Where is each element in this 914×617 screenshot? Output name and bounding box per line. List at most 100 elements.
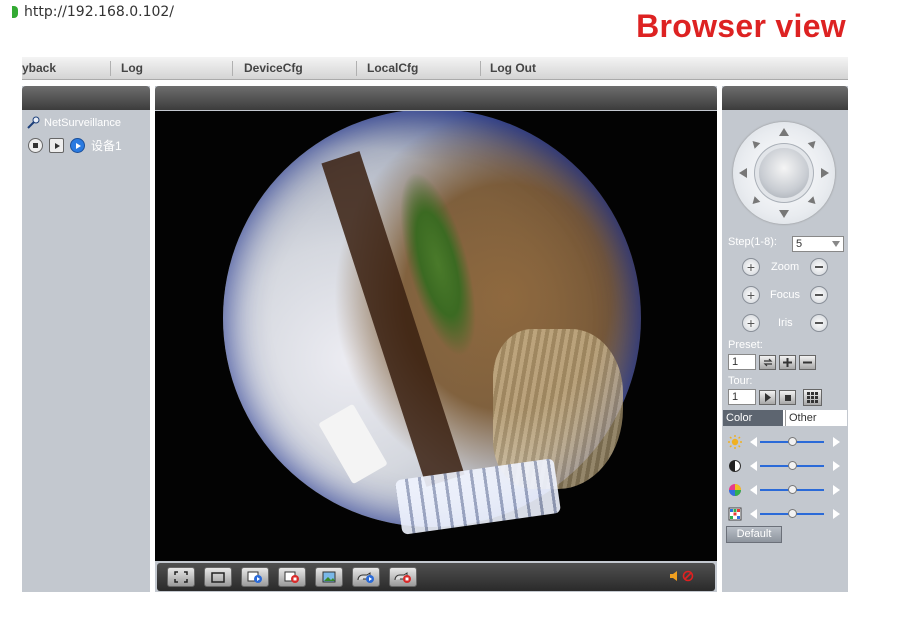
slider-knob[interactable] <box>787 437 797 446</box>
image-tabs: Color Other <box>723 410 847 426</box>
default-button[interactable]: Default <box>726 526 782 543</box>
video-toolbar <box>157 563 715 591</box>
browser-view-annotation: Browser view <box>636 8 846 44</box>
audio-controls <box>669 570 694 582</box>
hue-slider[interactable] <box>728 506 844 522</box>
step-value: 5 <box>796 238 803 250</box>
focus-out-button[interactable] <box>810 286 828 304</box>
plus-icon: + <box>746 259 756 275</box>
playback-icon[interactable] <box>352 567 380 587</box>
ptz-down-left-icon[interactable] <box>749 196 761 207</box>
tour-grid-button[interactable] <box>803 389 822 406</box>
increase-icon[interactable] <box>833 461 840 471</box>
preset-input[interactable]: 1 <box>728 354 756 370</box>
stop-icon[interactable] <box>28 138 43 153</box>
stop-record-icon[interactable] <box>278 567 306 587</box>
ptz-down-icon[interactable] <box>779 210 789 218</box>
minus-icon <box>815 294 823 296</box>
saturation-slider[interactable] <box>728 482 844 498</box>
stop-playback-icon[interactable] <box>389 567 417 587</box>
control-panel-header <box>722 86 848 110</box>
decrease-icon[interactable] <box>750 461 757 471</box>
iris-label: Iris <box>778 317 793 329</box>
grid-icon <box>807 392 818 403</box>
ptz-up-icon[interactable] <box>779 128 789 136</box>
tab-color[interactable]: Color <box>723 410 783 426</box>
contrast-slider[interactable] <box>728 458 844 474</box>
control-panel: Step(1-8): 5 + Zoom + Focus + Iris Prese… <box>722 86 848 592</box>
iris-close-button[interactable] <box>810 314 828 332</box>
decrease-icon[interactable] <box>750 509 757 519</box>
preset-label: Preset: <box>728 339 763 351</box>
menu-logout[interactable]: Log Out <box>490 61 536 75</box>
slider-knob[interactable] <box>787 461 797 470</box>
iris-open-button[interactable]: + <box>742 314 760 332</box>
minus-icon <box>803 361 812 364</box>
menu-divider <box>356 61 357 76</box>
plus-icon <box>783 358 792 367</box>
tree-root[interactable]: NetSurveillance <box>26 116 122 130</box>
preset-delete-button[interactable] <box>799 355 816 370</box>
tree-device[interactable]: 设备1 <box>28 137 122 154</box>
plus-icon: + <box>746 315 756 331</box>
decrease-icon[interactable] <box>750 485 757 495</box>
menu-devicecfg[interactable]: DeviceCfg <box>244 61 303 75</box>
play-icon[interactable] <box>49 138 64 153</box>
preset-add-button[interactable] <box>779 355 796 370</box>
slider-knob[interactable] <box>787 485 797 494</box>
minus-icon <box>815 322 823 324</box>
ptz-up-left-icon[interactable] <box>749 138 761 149</box>
zoom-in-button[interactable]: + <box>742 258 760 276</box>
focus-label: Focus <box>770 289 800 301</box>
step-select[interactable]: 5 <box>792 236 844 252</box>
fullscreen-icon[interactable] <box>167 567 195 587</box>
menu-localcfg[interactable]: LocalCfg <box>367 61 418 75</box>
increase-icon[interactable] <box>833 437 840 447</box>
ptz-up-right-icon[interactable] <box>807 138 819 149</box>
chevron-down-icon <box>832 241 840 247</box>
speaker-icon[interactable] <box>669 570 679 582</box>
hue-icon <box>728 507 742 521</box>
decrease-icon[interactable] <box>750 437 757 447</box>
record-icon[interactable] <box>241 567 269 587</box>
preset-goto-button[interactable] <box>759 355 776 370</box>
play-icon <box>764 393 771 402</box>
focus-in-button[interactable]: + <box>742 286 760 304</box>
tree-device-label[interactable]: 设备1 <box>91 137 122 154</box>
menu-divider <box>110 61 111 76</box>
zoom-label: Zoom <box>771 261 800 273</box>
increase-icon[interactable] <box>833 509 840 519</box>
window-layout-icon[interactable] <box>204 567 232 587</box>
preset-value: 1 <box>732 356 739 368</box>
minus-icon <box>815 266 823 268</box>
feed-window <box>394 458 562 535</box>
tour-input[interactable]: 1 <box>728 389 756 405</box>
feed-air-conditioner <box>318 403 388 485</box>
menu-log[interactable]: Log <box>121 61 143 75</box>
slider-knob[interactable] <box>787 509 797 518</box>
tour-start-button[interactable] <box>759 390 776 405</box>
snapshot-icon[interactable] <box>315 567 343 587</box>
tour-label: Tour: <box>728 375 753 387</box>
ptz-center-button[interactable] <box>759 148 809 198</box>
mute-icon[interactable] <box>682 570 694 582</box>
ptz-left-icon[interactable] <box>739 168 747 178</box>
brightness-icon <box>728 435 742 449</box>
brightness-slider[interactable] <box>728 434 844 450</box>
ptz-right-icon[interactable] <box>821 168 829 178</box>
stop-icon <box>784 394 791 401</box>
video-panel <box>155 86 717 592</box>
zoom-out-button[interactable] <box>810 258 828 276</box>
menu-playback[interactable]: yback <box>22 61 56 75</box>
connect-icon[interactable] <box>70 138 85 153</box>
swap-icon <box>763 358 772 367</box>
contrast-icon <box>729 460 741 472</box>
tour-stop-button[interactable] <box>779 390 796 405</box>
ptz-down-right-icon[interactable] <box>807 196 819 207</box>
tab-other[interactable]: Other <box>785 410 847 426</box>
address-bar[interactable]: http://192.168.0.102/ <box>12 2 174 22</box>
increase-icon[interactable] <box>833 485 840 495</box>
url-text[interactable]: http://192.168.0.102/ <box>24 4 174 20</box>
video-view[interactable] <box>155 111 717 561</box>
plus-icon: + <box>746 287 756 303</box>
